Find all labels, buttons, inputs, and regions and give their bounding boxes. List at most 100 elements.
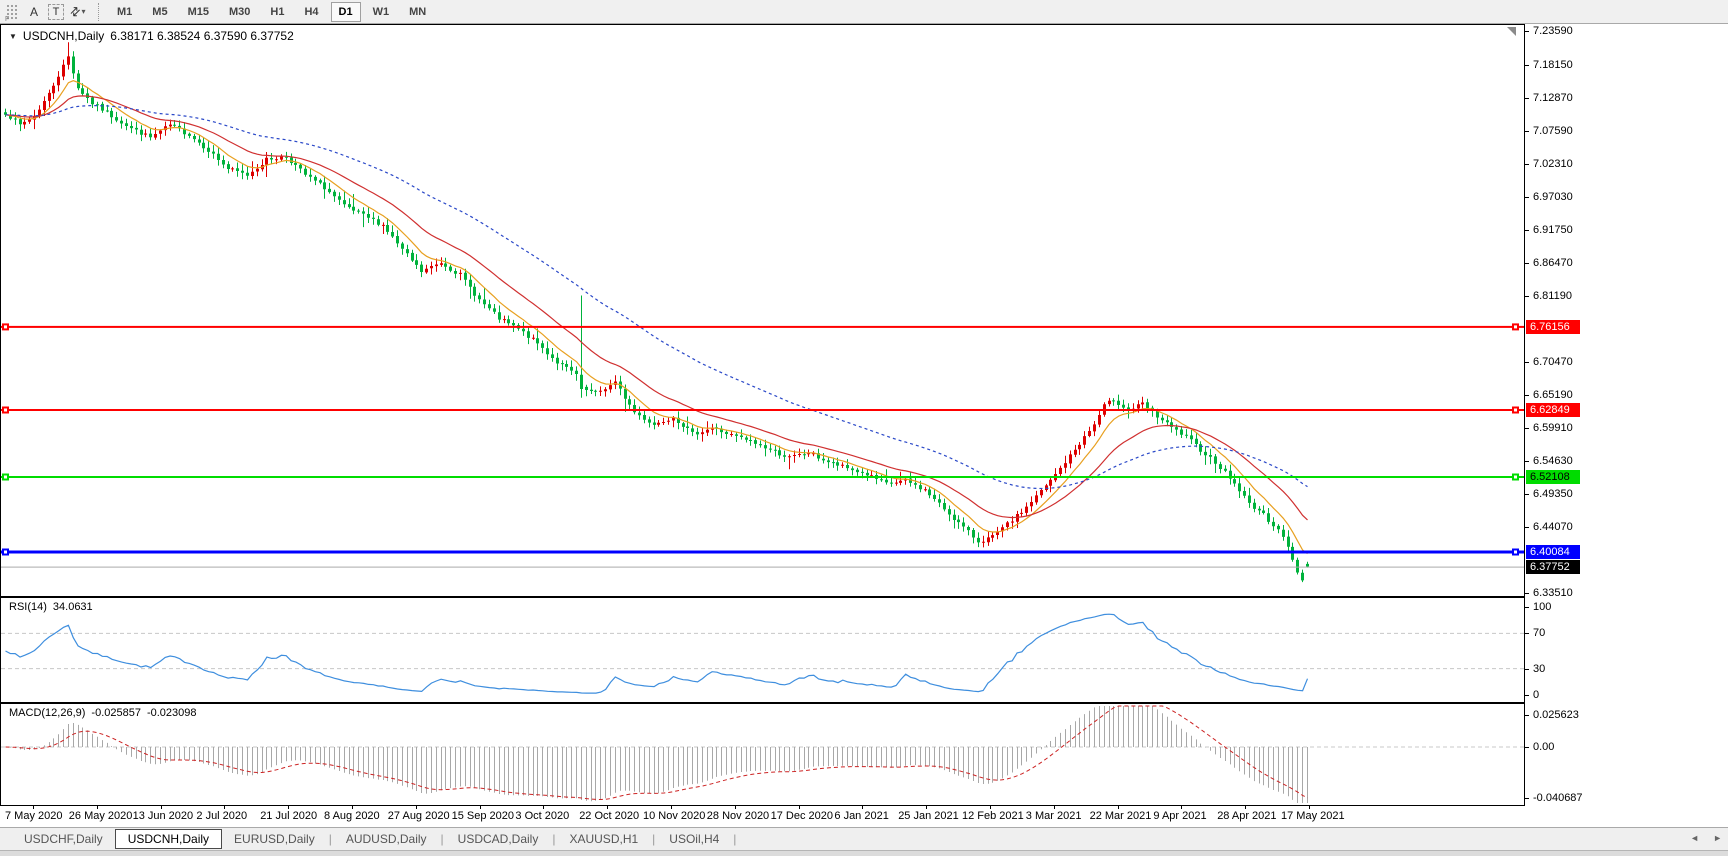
hline-price-label: 6.76156 xyxy=(1526,319,1580,334)
price-tick-mark xyxy=(1525,262,1529,264)
time-tick-label: 3 Oct 2020 xyxy=(515,810,570,822)
time-tick-label: 15 Sep 2020 xyxy=(451,810,514,822)
drawing-tools-icon[interactable]: ⇅ ▾ xyxy=(66,2,88,22)
chart-tab-usdcnh[interactable]: USDCNH,Daily xyxy=(114,829,223,849)
time-tick-label: 17 May 2021 xyxy=(1281,810,1345,822)
rsi-tick-mark xyxy=(1525,607,1529,608)
toolbar-drag-handle[interactable]: F xyxy=(5,4,18,23)
tab-scroll-left-icon[interactable]: ◄ xyxy=(1690,833,1699,843)
toolbar-separator xyxy=(98,2,99,21)
chart-tab-usdcad[interactable]: USDCAD,Daily xyxy=(446,829,551,849)
time-axis: 7 May 2020 26 May 2020 13 Jun 2020 2 Jul 20… xyxy=(0,806,1728,827)
macd-tick-mark xyxy=(1525,797,1529,799)
chart-tab-eurusd[interactable]: EURUSD,Daily xyxy=(222,829,327,849)
rsi-tick-label: 100 xyxy=(1533,601,1552,613)
price-tick-mark xyxy=(1525,395,1529,397)
hline-price-label: 6.40084 xyxy=(1526,545,1580,559)
toolbar: F A T ⇅ ▾ M1 M5 M15 M30 H1 H4 D1 W1 MN xyxy=(0,0,1728,24)
price-tick-label: 7.18150 xyxy=(1533,58,1573,71)
time-tick-label: 2 Jul 2020 xyxy=(196,810,248,822)
price-tick-mark xyxy=(1525,31,1529,32)
price-tick-label: 6.81190 xyxy=(1533,289,1572,302)
timeframe-button-m1[interactable]: M1 xyxy=(109,2,140,22)
time-tick-mark xyxy=(862,806,864,809)
chart-tab-bar: USDCHF,Daily USDCNH,Daily EURUSD,Daily | AUD… xyxy=(0,827,1728,850)
chart-ohlc-values: 6.38171 6.38524 6.37590 6.37752 xyxy=(110,29,294,43)
price-tick-mark xyxy=(1525,494,1529,496)
time-tick-mark xyxy=(352,806,353,809)
diagonal-arrows-icon: ⇅ xyxy=(66,2,84,21)
time-tick-mark xyxy=(224,806,226,809)
time-tick-label: 28 Apr 2021 xyxy=(1217,810,1277,822)
rsi-value: 34.0631 xyxy=(52,601,93,613)
collapse-chart-icon[interactable]: ▼ xyxy=(9,32,17,41)
time-tick-label: 27 Aug 2020 xyxy=(387,810,450,822)
timeframe-button-mn[interactable]: MN xyxy=(401,2,434,22)
price-tick-mark xyxy=(1525,130,1529,132)
rsi-label: RSI(14) 34.0631 xyxy=(9,601,93,613)
price-tick-mark xyxy=(1525,64,1529,66)
current-price-label: 6.37752 xyxy=(1526,559,1580,574)
price-tick-label: 6.54630 xyxy=(1533,455,1573,468)
macd-tick-mark xyxy=(1525,747,1529,748)
price-tick-mark xyxy=(1525,428,1529,430)
time-tick-label: 25 Jan 2021 xyxy=(898,810,959,822)
time-tick-label: 17 Dec 2020 xyxy=(770,810,833,822)
chart-tab-xauusd[interactable]: XAUUSD,H1 xyxy=(557,829,650,849)
main-chart-panel[interactable]: ▼ USDCNH,Daily 6.38171 6.38524 6.37590 6… xyxy=(0,24,1525,597)
time-tick-mark xyxy=(1309,806,1310,809)
time-tick-mark xyxy=(926,806,928,809)
macd-tick-label: 0.025623 xyxy=(1533,708,1579,721)
hline-price-label: 6.52108 xyxy=(1526,469,1580,484)
time-tick-label: 3 Mar 2021 xyxy=(1025,810,1082,822)
price-tick-mark xyxy=(1525,593,1529,595)
macd-signal-value: -0.023098 xyxy=(146,707,197,719)
chart-title: ▼ USDCNH,Daily 6.38171 6.38524 6.37590 6… xyxy=(9,29,294,43)
macd-main-value: -0.025857 xyxy=(91,707,141,719)
timeframe-button-h4[interactable]: H4 xyxy=(296,2,326,22)
timeframe-button-m15[interactable]: M15 xyxy=(180,2,217,22)
font-tool-icon[interactable]: A xyxy=(24,2,44,22)
tab-separator: | xyxy=(328,832,332,846)
chart-tabs: USDCHF,Daily USDCNH,Daily EURUSD,Daily | AUD… xyxy=(12,829,738,849)
price-tick-mark xyxy=(1525,97,1529,99)
time-tick-mark xyxy=(33,806,34,809)
toolbar-handle-label: F xyxy=(5,16,10,23)
chart-tab-usdchf[interactable]: USDCHF,Daily xyxy=(12,829,115,849)
rsi-canvas[interactable] xyxy=(1,598,1524,702)
macd-tick-label: -0.040687 xyxy=(1533,791,1583,804)
time-tick-mark xyxy=(1117,806,1119,809)
autoscroll-marker-icon xyxy=(1507,27,1516,36)
rsi-panel[interactable]: RSI(14) 34.0631 xyxy=(0,597,1525,703)
time-tick-label: 6 Jan 2021 xyxy=(834,810,889,822)
time-tick-mark xyxy=(543,806,545,809)
time-tick-mark xyxy=(734,806,736,809)
macd-canvas[interactable] xyxy=(1,704,1524,805)
timeframe-buttons: M1 M5 M15 M30 H1 H4 D1 W1 MN xyxy=(107,1,436,22)
time-tick-mark xyxy=(990,806,991,809)
text-tool-icon[interactable]: T xyxy=(48,3,64,20)
timeframe-button-d1[interactable]: D1 xyxy=(330,1,361,22)
timeframe-button-m30[interactable]: M30 xyxy=(221,2,258,22)
price-tick-mark xyxy=(1525,527,1529,529)
time-tick-label: 13 Jun 2020 xyxy=(132,810,194,822)
price-tick-label: 6.97030 xyxy=(1533,190,1573,203)
tab-separator: | xyxy=(552,832,556,846)
rsi-tick-label: 30 xyxy=(1533,662,1546,675)
price-tick-mark xyxy=(1525,163,1529,165)
chart-tab-usoil[interactable]: USOil,H4 xyxy=(657,829,731,849)
rsi-tick-label: 0 xyxy=(1533,689,1540,701)
timeframe-button-w1[interactable]: W1 xyxy=(365,2,398,22)
timeframe-button-h1[interactable]: H1 xyxy=(262,2,292,22)
tab-scroll-right-icon[interactable]: ► xyxy=(1713,833,1722,843)
time-tick-label: 10 Nov 2020 xyxy=(643,810,706,822)
time-tick-mark xyxy=(671,806,672,809)
price-chart-canvas[interactable] xyxy=(1,25,1524,596)
macd-name: MACD(12,26,9) xyxy=(9,707,86,719)
macd-panel[interactable]: MACD(12,26,9) -0.025857 -0.023098 xyxy=(0,703,1525,806)
time-tick-mark xyxy=(96,806,98,809)
timeframe-button-m5[interactable]: M5 xyxy=(144,2,175,22)
time-tick-mark xyxy=(607,806,609,809)
chart-tab-audusd[interactable]: AUDUSD,Daily xyxy=(334,829,439,849)
rsi-tick-label: 70 xyxy=(1533,627,1546,640)
